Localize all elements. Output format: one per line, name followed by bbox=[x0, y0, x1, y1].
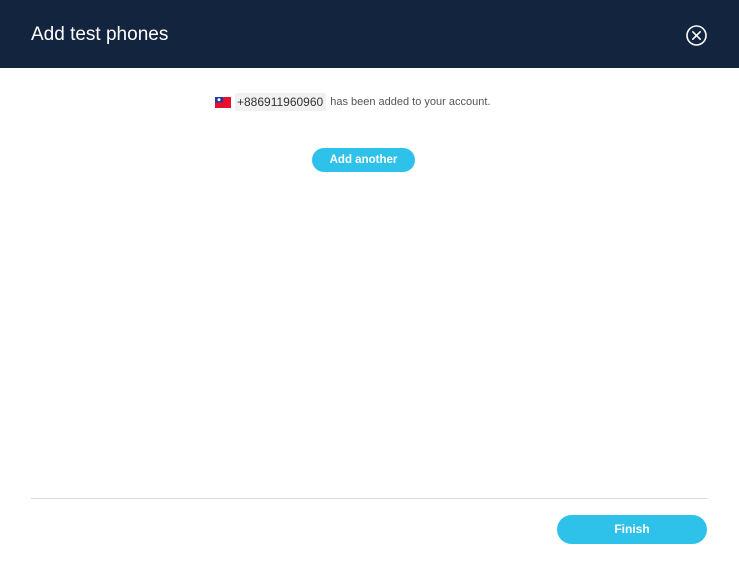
confirmation-text: has been added to your account. bbox=[330, 96, 491, 108]
dialog-header: Add test phones bbox=[0, 0, 739, 68]
footer-divider bbox=[31, 498, 707, 499]
close-circle-icon bbox=[686, 25, 707, 46]
confirmation-message: +886911960960 has been added to your acc… bbox=[215, 92, 490, 112]
add-test-phones-dialog: Add test phones +886911960960 has been a… bbox=[0, 0, 739, 586]
add-another-button[interactable]: Add another bbox=[312, 148, 415, 172]
phone-number: +886911960960 bbox=[235, 93, 327, 111]
close-button[interactable] bbox=[686, 25, 707, 46]
dialog-title: Add test phones bbox=[31, 24, 169, 45]
taiwan-flag-icon bbox=[215, 96, 231, 108]
finish-button[interactable]: Finish bbox=[557, 515, 707, 544]
